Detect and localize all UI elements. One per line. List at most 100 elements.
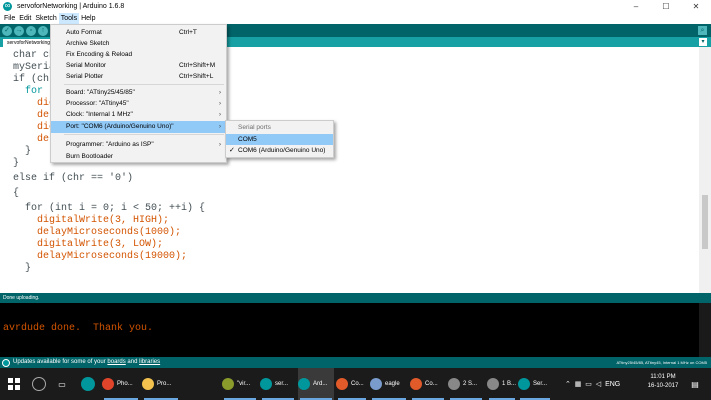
language-indicator[interactable]: ENG [605,381,620,388]
start-button[interactable] [0,368,28,400]
port-item-com5[interactable]: COM5 [226,134,333,145]
tools-menu-item[interactable]: Programmer: "Arduino as ISP" › [51,139,226,151]
taskbar-app[interactable]: eagle [370,368,408,400]
serial-monitor-icon[interactable]: ⌕ [698,26,707,35]
taskbar-app-label: Ard... [313,381,328,387]
code-line: char ch [13,50,56,61]
app-icon [410,378,422,390]
maximize-button[interactable]: ☐ [651,0,681,13]
volume-icon[interactable]: ◁ [596,380,601,388]
menu-item-label: Port: "COM6 (Arduino/Genuino Uno)" [66,123,174,130]
arduino-logo-icon [3,0,12,12]
menu-help[interactable]: Help [79,13,97,24]
boards-link[interactable]: boards [107,358,125,367]
code-line: dic [13,98,56,109]
window-controls: – ☐ ✕ [621,0,711,13]
updates-notice: Updates available for some of your board… [2,358,160,367]
editor-scroll-thumb[interactable] [702,195,708,249]
port-item-com6[interactable]: ✓ COM6 (Arduino/Genuino Uno) [226,145,333,156]
menu-item-label: Programmer: "Arduino as ISP" [66,141,154,148]
board-info: ATtiny25/45/85, ATtiny45, Internal 1 MHz… [616,360,707,365]
taskbar-app-label: Co... [425,381,438,387]
verify-icon[interactable]: ✓ [2,25,12,36]
title-bar: servoforNetworking | Arduino 1.6.8 – ☐ ✕ [0,0,711,13]
chevron-right-icon: › [219,142,221,148]
taskbar-app-label: Pho... [117,381,133,387]
taskbar-app[interactable]: Ser... [518,368,552,400]
taskbar-app[interactable]: ser... [260,368,296,400]
menu-tools[interactable]: Tools [58,13,80,24]
menu-edit[interactable]: Edit [17,13,33,24]
app-icon [370,378,382,390]
taskbar-app[interactable]: "vir... [222,368,258,400]
and-text: and [127,359,138,365]
windows-icon [8,378,20,390]
taskbar-app[interactable]: 2 S... [448,368,484,400]
network-icon[interactable]: ▦ [575,380,582,388]
code-line: { [13,188,20,199]
editor-scrollbar[interactable] [699,47,711,293]
app-icon [448,378,460,390]
code-line: digitalWrite(3, LOW); [13,239,164,250]
check-icon: ✓ [229,147,235,154]
status-bar: Updates available for some of your board… [0,357,711,368]
tab-menu-icon[interactable]: ▾ [699,38,707,46]
code-line: del [13,110,56,121]
code-line: if (chr [13,74,56,85]
menu-sketch[interactable]: Sketch [33,13,58,24]
tab-servofornetworking[interactable]: servoforNetworking [3,39,55,47]
menu-separator [64,134,224,135]
menu-item-label: Serial Plotter [66,73,104,80]
menu-bar: File Edit Sketch Tools Help [0,13,711,24]
system-tray: ⌃ ▦ ▭ ◁ ENG [565,368,620,400]
taskbar-app-label: ser... [275,381,289,387]
code-line: del [13,134,56,145]
port-item-label: COM5 [238,136,257,143]
app-icon [102,378,114,390]
taskbar-app-label: "vir... [237,381,251,387]
window-title: servoforNetworking | Arduino 1.6.8 [17,3,125,10]
open-icon[interactable]: ↑ [38,25,48,36]
chevron-right-icon: › [219,124,221,130]
tools-menu-item[interactable]: Clock: "Internal 1 MHz" › [51,109,226,121]
taskbar-app[interactable]: Co... [410,368,446,400]
taskbar-app[interactable]: Pho... [102,368,140,400]
code-line: } [13,146,32,157]
taskbar-app[interactable]: Co... [336,368,368,400]
code-line: delayMicroseconds(19000); [13,251,188,262]
serial-ports-header: Serial ports [238,124,271,131]
code-line: delayMicroseconds(1000); [13,227,182,238]
chevron-up-icon[interactable]: ⌃ [565,380,571,388]
close-button[interactable]: ✕ [681,0,711,13]
new-icon[interactable]: ▫ [26,25,36,36]
search-icon[interactable] [32,377,46,391]
battery-icon[interactable]: ▭ [585,380,592,388]
upload-icon[interactable]: → [14,25,24,36]
port-item-label: COM6 (Arduino/Genuino Uno) [238,147,326,154]
minimize-button[interactable]: – [621,0,651,13]
code-line: mySeria [13,62,56,73]
console-scrollbar[interactable] [699,303,711,357]
clock-time: 11:01 PM [650,374,676,380]
app-icon [487,378,499,390]
taskbar-app[interactable]: 1 B... [487,368,517,400]
tools-menu-item[interactable]: Port: "COM6 (Arduino/Genuino Uno)" › [51,121,226,133]
tools-menu-item[interactable]: Serial Plotter Ctrl+Shift+L [51,71,226,83]
code-line: else if (chr == '0') [13,173,134,184]
task-view-icon[interactable]: ▭ [52,374,72,394]
chevron-right-icon: › [219,112,221,118]
notifications-icon[interactable]: ▤ [686,374,704,394]
taskbar-app[interactable]: Pro... [142,368,180,400]
app-icon [142,378,154,390]
clock[interactable]: 11:01 PM 16-10-2017 [644,373,682,391]
taskbar-app[interactable]: Ard... [298,368,334,400]
tools-menu-item[interactable]: Burn Bootloader [51,151,226,163]
menu-file[interactable]: File [2,13,17,24]
arduino-pinned-icon[interactable] [81,377,95,391]
updates-text: Updates available for some of your [13,359,106,365]
libraries-link[interactable]: libraries [139,358,160,367]
app-icon [222,378,234,390]
taskbar-app-label: Ser... [533,381,548,387]
app-icon [260,378,272,390]
clock-date: 16-10-2017 [647,383,679,389]
